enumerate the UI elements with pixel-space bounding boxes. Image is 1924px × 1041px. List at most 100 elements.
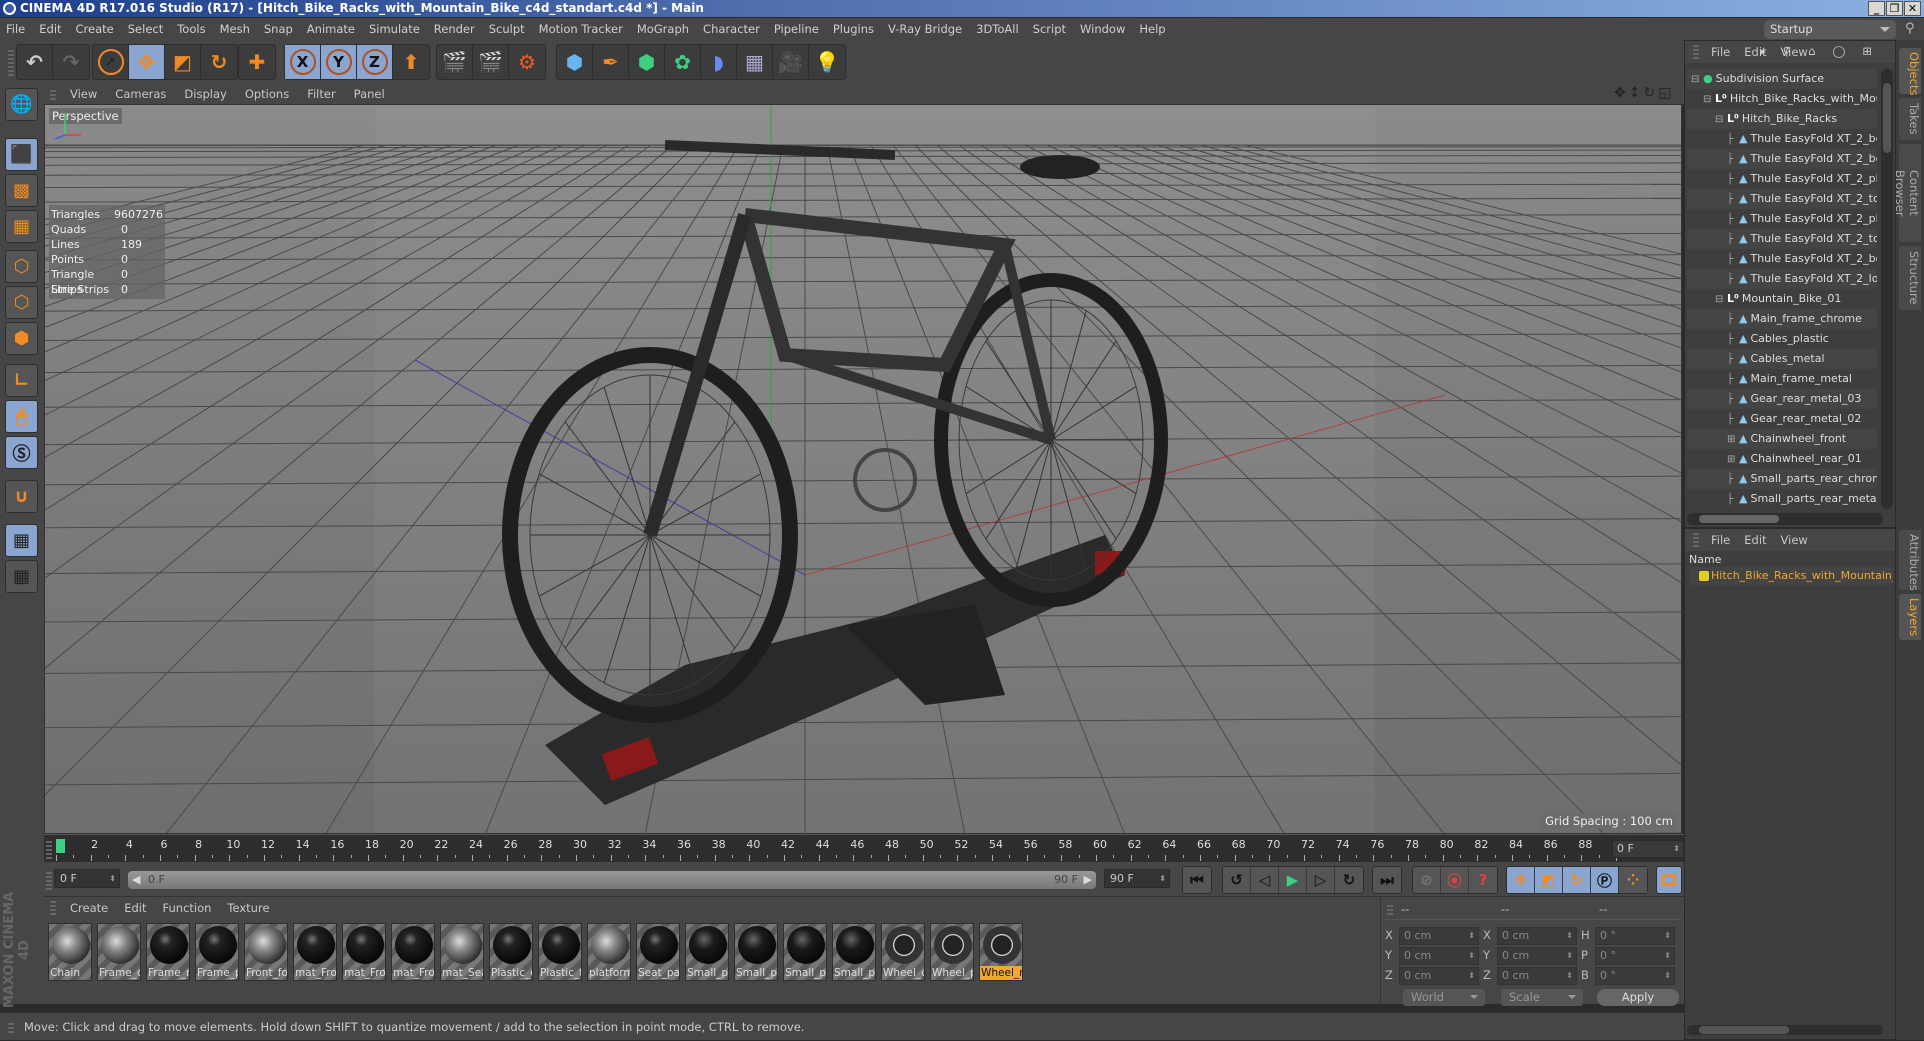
tree-item[interactable]: ├▲Cables_metal	[1687, 349, 1877, 369]
next-frame-icon[interactable]: ▷	[1307, 867, 1335, 893]
material-swatch[interactable]: Small_pa	[685, 923, 729, 981]
material-menu-texture[interactable]: Texture	[227, 901, 269, 915]
material-swatch[interactable]: mat_Sea	[440, 923, 484, 981]
go-to-start-icon[interactable]: ⏮	[1183, 867, 1211, 893]
dolly-icon[interactable]: ↕	[1629, 85, 1644, 101]
tab-content-browser[interactable]: Content Browser	[1899, 144, 1921, 242]
subdivision-icon[interactable]: ⬢	[629, 45, 665, 79]
tree-item[interactable]: ├▲Thule EasyFold XT_2_load-b	[1687, 269, 1877, 289]
tree-item[interactable]: ├▲Gear_rear_metal_02	[1687, 409, 1877, 429]
end-frame-field[interactable]: 90 F⬍	[1104, 869, 1170, 888]
pen-icon[interactable]: ✒	[593, 45, 629, 79]
material-swatch[interactable]: Wheel_ri	[979, 923, 1023, 981]
material-swatch[interactable]: Seat_pai	[636, 923, 680, 981]
model-mode-icon[interactable]: ⬛	[5, 138, 38, 171]
viewport-menu-options[interactable]: Options	[245, 87, 289, 101]
spinner-icon[interactable]: ⬍	[1664, 928, 1671, 944]
viewport-menu-panel[interactable]: Panel	[354, 87, 385, 101]
menu-simulate[interactable]: Simulate	[369, 22, 420, 36]
3d-viewport[interactable]: Perspective Triangles9607276Quads0Lines1…	[44, 104, 1682, 834]
tree-item[interactable]: ├▲Thule EasyFold XT_2_platform	[1687, 209, 1877, 229]
spinner-icon[interactable]: ⬍	[1468, 928, 1475, 944]
tree-item[interactable]: ⊞▲Chainwheel_front	[1687, 429, 1877, 449]
tab-objects[interactable]: Objects	[1899, 48, 1921, 94]
material-swatch[interactable]: Small_pa	[783, 923, 827, 981]
material-swatch[interactable]: Small_pa	[832, 923, 876, 981]
render-view-icon[interactable]: 🎬	[437, 45, 473, 79]
menu-view[interactable]: View	[1781, 533, 1808, 547]
layer-row[interactable]: Hitch_Bike_Racks_with_Mountain_Bike	[1689, 567, 1893, 585]
tree-item[interactable]: ├▲Thule EasyFold XT_2_tongs	[1687, 189, 1877, 209]
menu-v-ray-bridge[interactable]: V-Ray Bridge	[888, 22, 962, 36]
tree-item[interactable]: ├▲Cables_plastic	[1687, 329, 1877, 349]
apply-button[interactable]: Apply	[1597, 989, 1679, 1006]
collapse-icon[interactable]: ⊟	[1691, 70, 1701, 89]
y-axis-icon[interactable]: Y	[321, 45, 357, 79]
next-key-icon[interactable]: ↻	[1335, 867, 1363, 893]
tree-item[interactable]: ├▲Thule EasyFold XT_2_belt_L	[1687, 149, 1877, 169]
close-button[interactable]: ✕	[1904, 1, 1921, 16]
record-active-objects-icon[interactable]: ⦿	[1441, 867, 1469, 893]
lock-workplane-icon[interactable]: ▦	[5, 524, 38, 557]
material-swatch[interactable]: Frame_p	[195, 923, 239, 981]
menu-select[interactable]: Select	[128, 22, 163, 36]
key-point-level-icon[interactable]: ⁘	[1619, 867, 1647, 893]
material-menu-edit[interactable]: Edit	[124, 901, 146, 915]
previous-frame-icon[interactable]: ◁	[1251, 867, 1279, 893]
menu-file[interactable]: File	[6, 22, 25, 36]
minimize-button[interactable]: _	[1868, 1, 1885, 16]
tree-item[interactable]: ├▲Thule EasyFold XT_2_tongs	[1687, 229, 1877, 249]
timeline-ruler[interactable]: 0246810121416182022242628303234363840424…	[44, 834, 1684, 862]
deformer-icon[interactable]: ◗	[701, 45, 737, 79]
material-swatch[interactable]: Chain	[48, 923, 92, 981]
menu-sculpt[interactable]: Sculpt	[489, 22, 525, 36]
tree-item[interactable]: ⊟L⁰Mountain_Bike_01	[1687, 289, 1877, 309]
menu-motion-tracker[interactable]: Motion Tracker	[539, 22, 623, 36]
search-icon[interactable]: ⚲	[1905, 21, 1915, 36]
previous-key-icon[interactable]: ↺	[1223, 867, 1251, 893]
eye-icon[interactable]: ◯	[1832, 44, 1848, 58]
spinner-icon[interactable]: ⬍	[1566, 928, 1573, 944]
home-icon[interactable]: ⌂	[1808, 44, 1818, 58]
menu-mesh[interactable]: Mesh	[220, 22, 250, 36]
undo-icon[interactable]: ↶	[17, 45, 53, 79]
key-scale-icon[interactable]: ◩	[1535, 867, 1563, 893]
position-x-field[interactable]: 0 cm⬍	[1399, 927, 1479, 945]
size-x-field[interactable]: 0 cm⬍	[1497, 927, 1577, 945]
scroll-thumb[interactable]	[1699, 1026, 1789, 1034]
camera-icon[interactable]: 🎥	[773, 45, 809, 79]
range-left-arrow-icon[interactable]: ◀	[132, 871, 140, 889]
floor-icon[interactable]: ▦	[737, 45, 773, 79]
menu-snap[interactable]: Snap	[264, 22, 293, 36]
tab-layers[interactable]: Layers	[1899, 594, 1921, 640]
timeline-playhead[interactable]	[56, 839, 65, 853]
points-mode-icon[interactable]: ⬡	[5, 250, 38, 283]
current-frame-field[interactable]: 0 F⬍	[1612, 840, 1684, 858]
menu-plugins[interactable]: Plugins	[833, 22, 874, 36]
tab-attributes[interactable]: Attributes	[1899, 530, 1921, 590]
menu-character[interactable]: Character	[703, 22, 760, 36]
key-position-icon[interactable]: ✥	[1507, 867, 1535, 893]
size-y-field[interactable]: 0 cm⬍	[1497, 947, 1577, 965]
tree-item[interactable]: ├▲Main_frame_metal	[1687, 369, 1877, 389]
search-icon[interactable]: ⚲	[1783, 44, 1794, 58]
scroll-thumb[interactable]	[1699, 515, 1779, 523]
snap-icon[interactable]: ∪	[5, 480, 38, 513]
material-menu-create[interactable]: Create	[70, 901, 108, 915]
spinner-icon[interactable]: ⬍	[1566, 968, 1573, 984]
move-icon[interactable]: ✥	[129, 45, 165, 79]
spinner-icon[interactable]: ⬍	[1468, 948, 1475, 964]
material-swatch[interactable]: Frame_m	[146, 923, 190, 981]
redo-icon[interactable]: ↷	[53, 45, 89, 79]
size-z-field[interactable]: 0 cm⬍	[1497, 967, 1577, 985]
new-window-icon[interactable]: ⊞	[1862, 44, 1875, 58]
menu-create[interactable]: Create	[76, 22, 114, 36]
object-tree-hscrollbar[interactable]	[1687, 513, 1883, 525]
pan-icon[interactable]: ✥	[1614, 85, 1629, 101]
tab-structure[interactable]: Structure	[1899, 246, 1921, 310]
coordinate-system-icon[interactable]: ⬆	[393, 45, 429, 79]
layer-color-swatch[interactable]	[1699, 571, 1709, 581]
menu-edit[interactable]: Edit	[1744, 533, 1766, 547]
key-rotation-icon[interactable]: ↻	[1563, 867, 1591, 893]
material-swatch[interactable]: Wheel_c	[881, 923, 925, 981]
